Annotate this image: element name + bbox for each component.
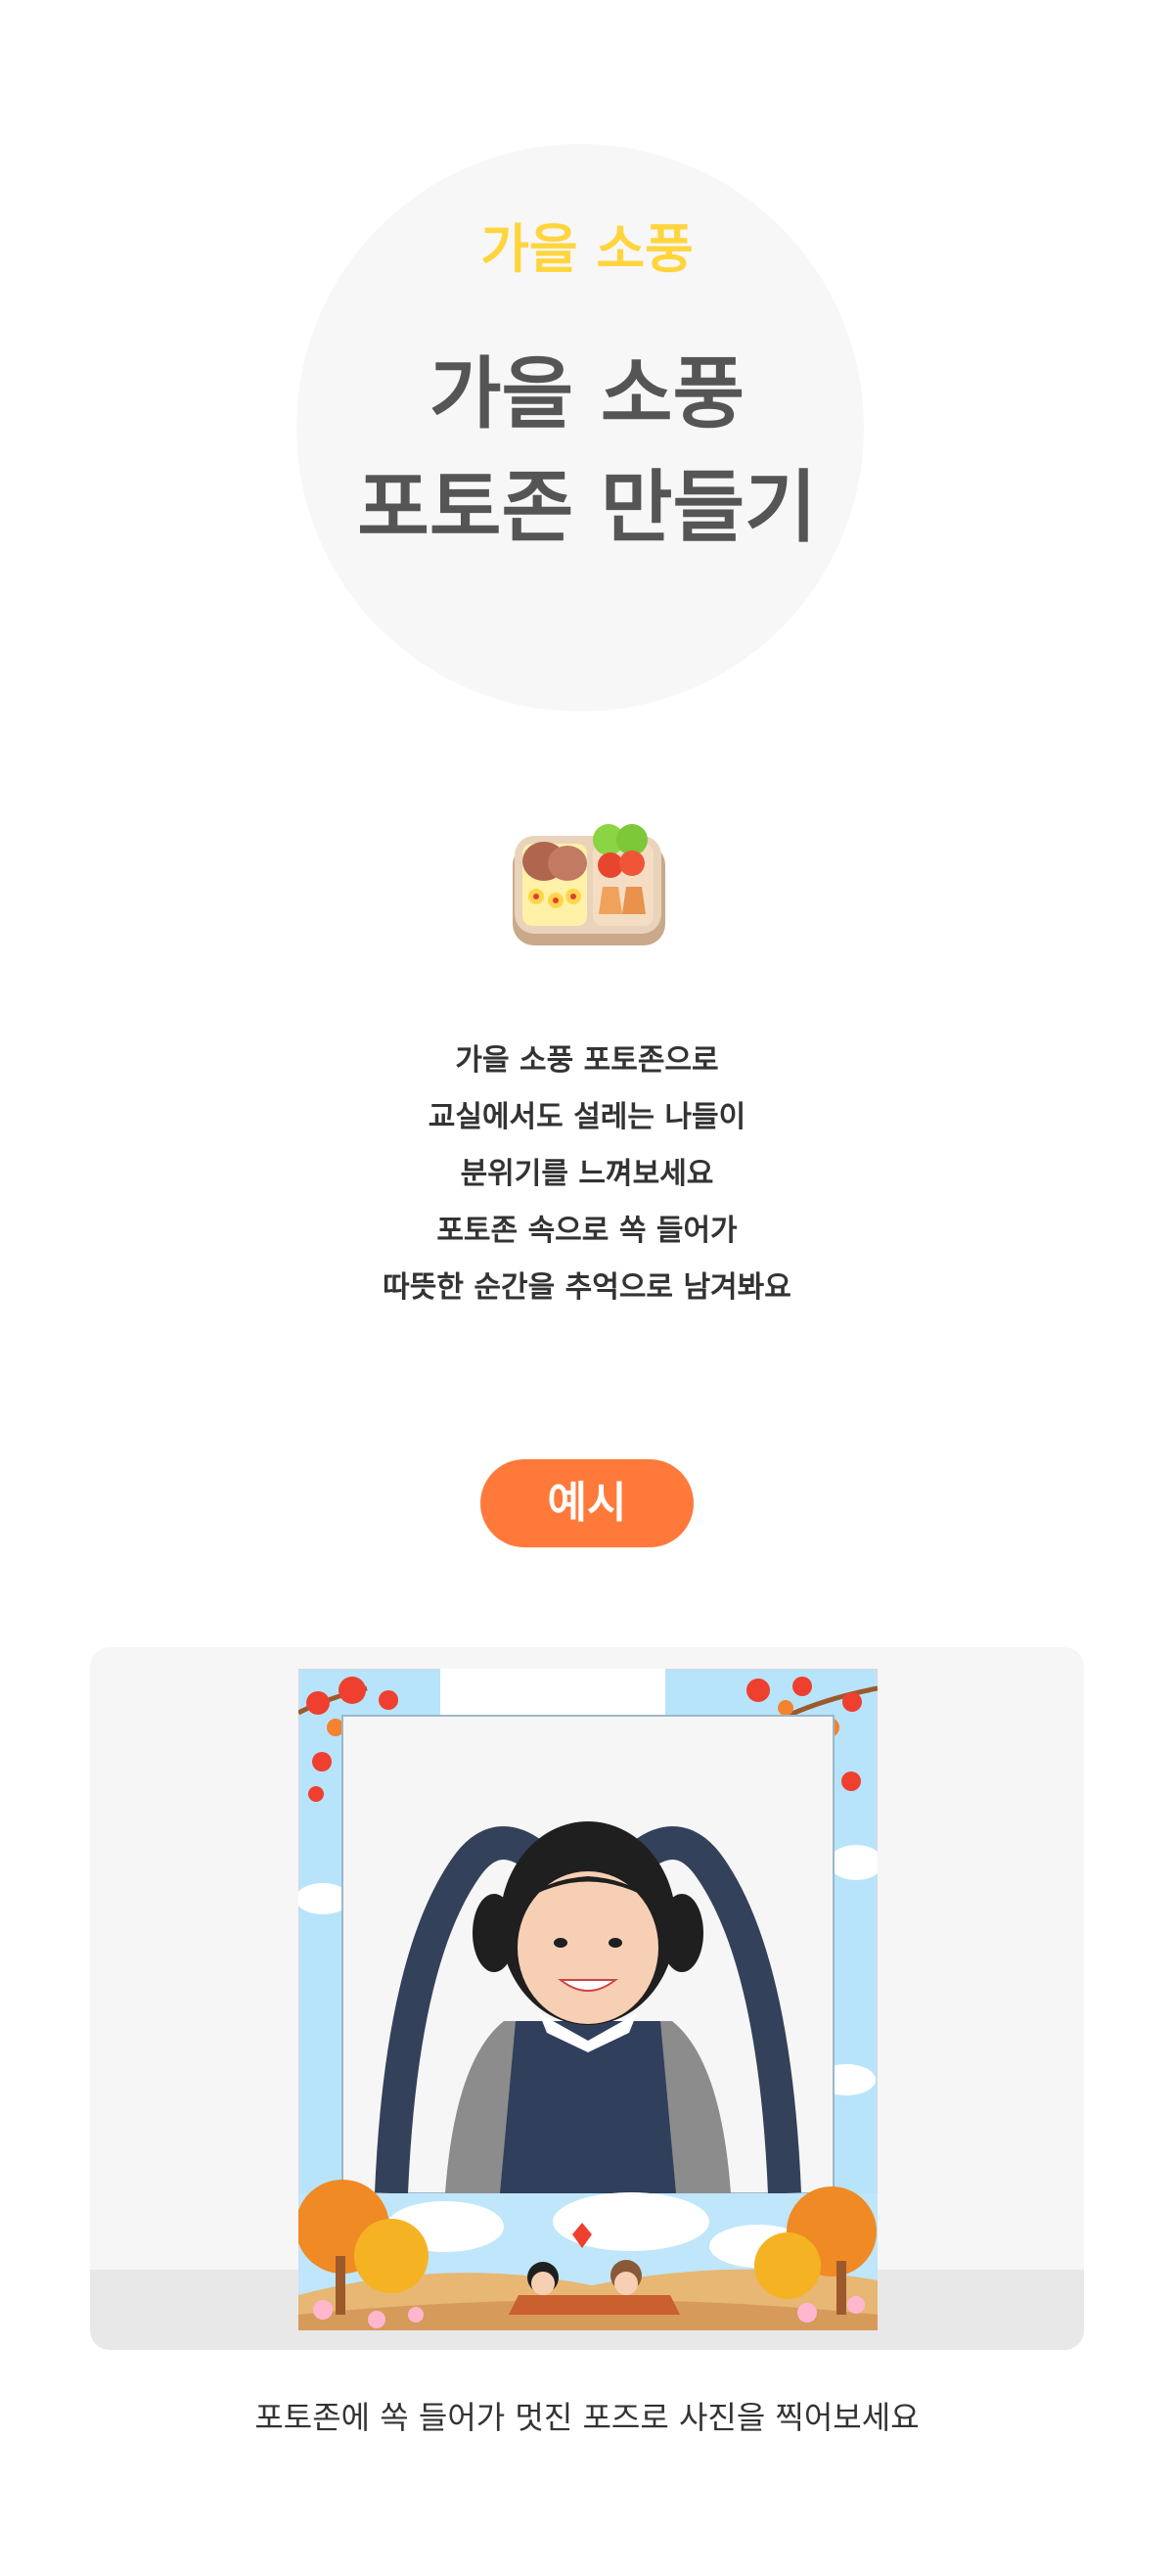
description-line: 가을 소풍 포토존으로 <box>455 1043 719 1078</box>
hero-title-line-2: 포토존 만들기 <box>357 462 817 553</box>
example-caption: 포토존에 쏙 들어가 멋진 포즈로 사진을 찍어보세요 <box>254 2399 920 2436</box>
example-badge: 예시 <box>480 1459 694 1547</box>
hero-eyebrow: 가을 소풍 <box>480 218 694 280</box>
description: 가을 소풍 포토존으로 교실에서도 설레는 나들이 분위기를 느껴보세요 포토존… <box>0 1033 1174 1316</box>
description-line: 포토존 속으로 쏙 들어가 <box>436 1214 738 1248</box>
photozone-frame-image <box>298 1669 878 2330</box>
example-panel <box>90 1647 1084 2350</box>
hero-title-line-1: 가을 소풍 <box>429 348 745 439</box>
lunchbox-icon <box>513 824 665 945</box>
description-line: 분위기를 느껴보세요 <box>460 1157 714 1191</box>
description-line: 교실에서도 설레는 나들이 <box>428 1100 746 1134</box>
description-line: 따뜻한 순간을 추억으로 남겨봐요 <box>383 1270 791 1305</box>
hero-title: 가을 소풍 포토존 만들기 <box>0 338 1174 565</box>
